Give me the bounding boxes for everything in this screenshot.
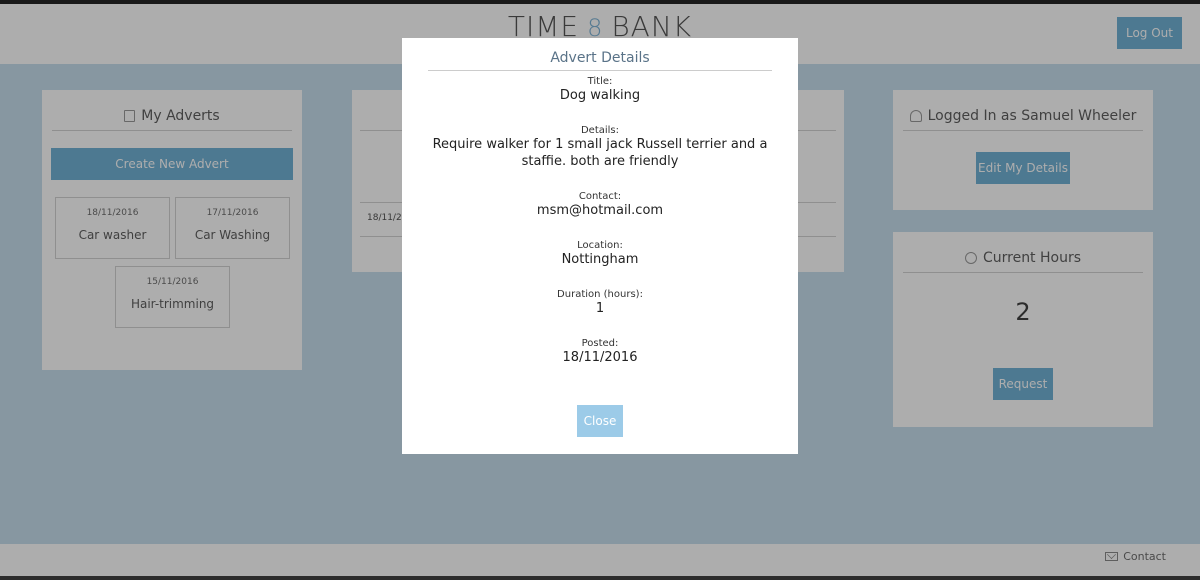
field-label: Location: (577, 240, 623, 251)
field-value: msm@hotmail.com (536, 203, 664, 218)
field-value: 18/11/2016 (562, 350, 638, 365)
modal-title: Advert Details (428, 38, 772, 71)
field-value: 1 (595, 301, 605, 316)
close-button[interactable]: Close (577, 405, 623, 437)
field-contact: Contact: msm@hotmail.com (432, 191, 768, 219)
field-label: Title: (587, 76, 613, 87)
field-details: Details: Require walker for 1 small jack… (432, 125, 768, 170)
field-label: Details: (580, 125, 620, 136)
field-location: Location: Nottingham (432, 240, 768, 268)
field-value: Dog walking (559, 88, 641, 103)
field-title: Title: Dog walking (432, 76, 768, 104)
field-value: Nottingham (561, 252, 639, 267)
field-duration: Duration (hours): 1 (432, 289, 768, 317)
advert-details-modal: Advert Details Title: Dog walking Detail… (402, 38, 798, 454)
field-label: Contact: (578, 191, 622, 202)
field-label: Duration (hours): (557, 289, 643, 300)
field-value: Require walker for 1 small jack Russell … (432, 137, 768, 169)
field-posted: Posted: 18/11/2016 (432, 338, 768, 366)
field-label: Posted: (581, 338, 619, 349)
